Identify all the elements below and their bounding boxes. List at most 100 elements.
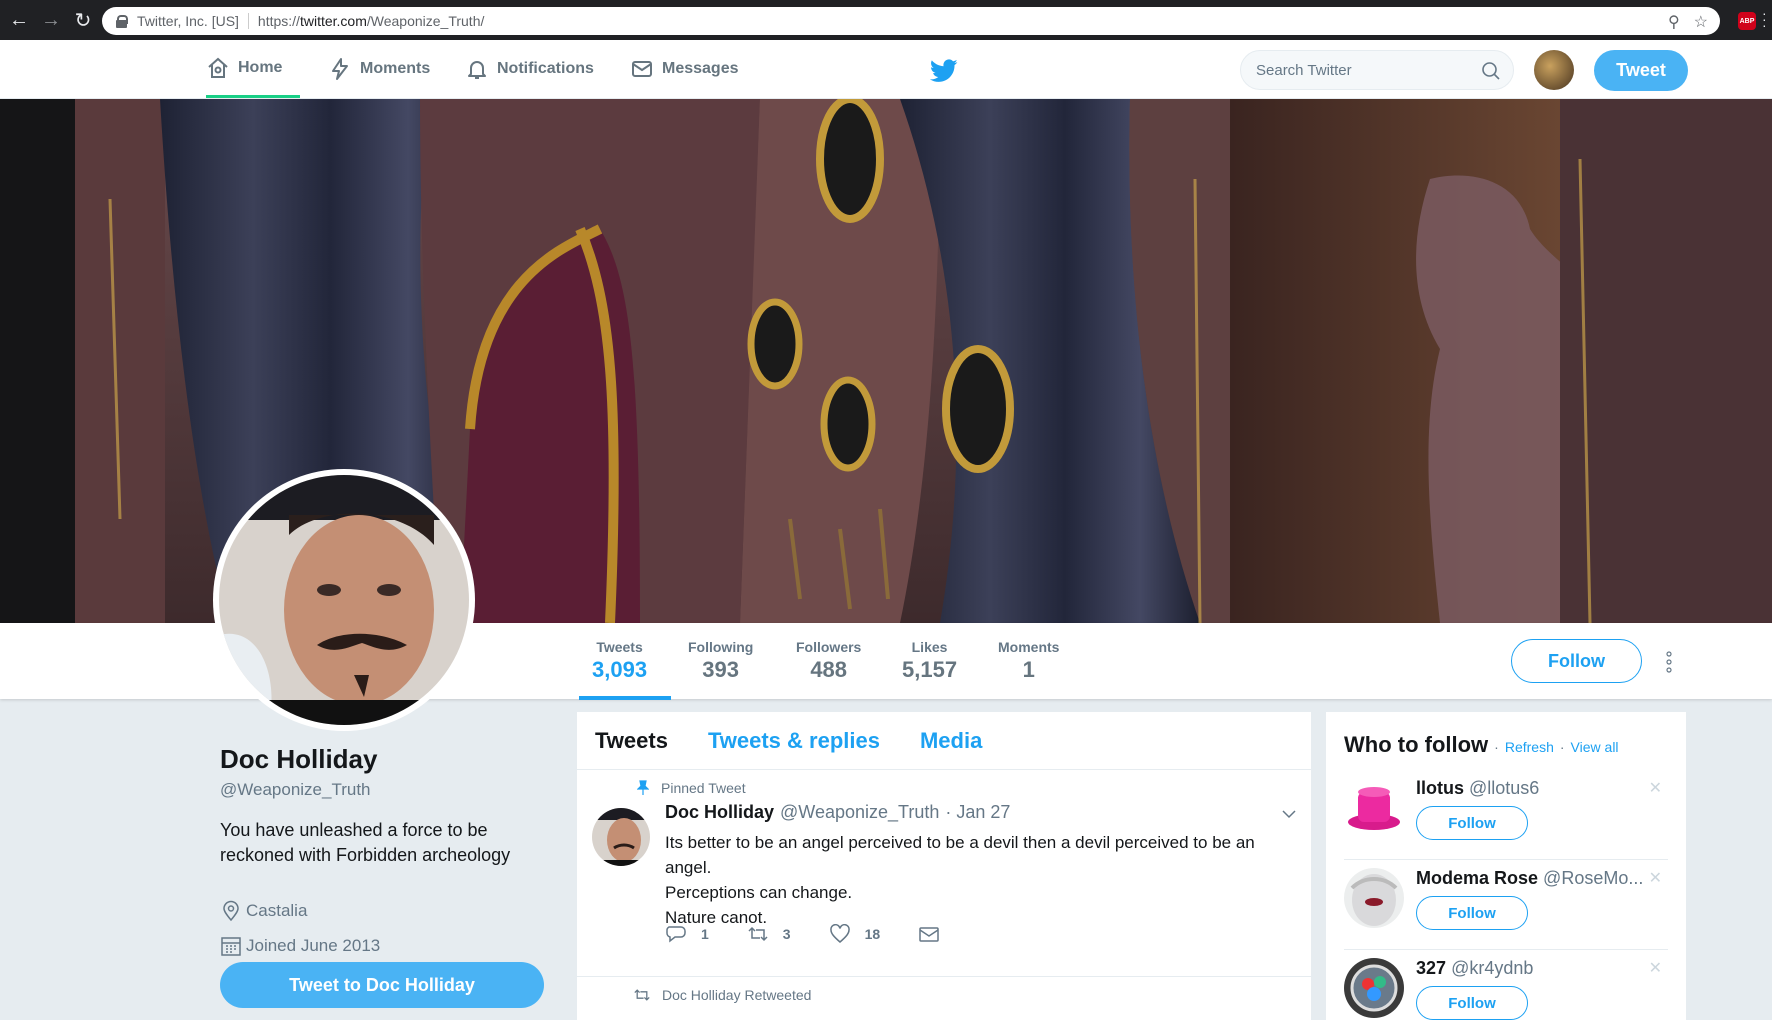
lock-icon — [116, 15, 128, 28]
reload-icon[interactable]: ↻ — [70, 7, 96, 33]
pinned-label: Pinned Tweet — [661, 780, 746, 796]
location-pin-icon — [223, 900, 239, 922]
pinned-tweet-context: Pinned Tweet — [637, 780, 746, 796]
home-icon — [208, 57, 228, 78]
address-bar[interactable]: Twitter, Inc. [US] https://twitter.com/W… — [102, 7, 1720, 35]
refresh-link[interactable]: Refresh — [1505, 739, 1554, 755]
suggestion-item: 327 @kr4ydnb Follow ✕ — [1344, 950, 1668, 1020]
suggestion-name[interactable]: llotus @llotus6 — [1416, 778, 1656, 799]
suggestion-follow-button[interactable]: Follow — [1416, 986, 1528, 1020]
suggestion-avatar[interactable] — [1344, 868, 1404, 928]
stat-value: 488 — [810, 657, 848, 682]
rose-portrait-image — [1344, 868, 1404, 928]
tweet-header: Doc Holliday @Weaponize_Truth · Jan 27 — [665, 802, 1010, 823]
stat-likes[interactable]: Likes 5,157 — [902, 639, 957, 683]
nav-notifications[interactable]: Notifications — [465, 40, 594, 98]
retweeted-context: Doc Holliday Retweeted — [632, 987, 811, 1003]
pin-icon — [637, 780, 649, 795]
nav-home[interactable]: Home — [206, 40, 301, 98]
stat-following[interactable]: Following 393 — [688, 639, 753, 683]
dismiss-icon[interactable]: ✕ — [1649, 958, 1662, 978]
retweet-icon — [748, 926, 768, 942]
bell-icon — [468, 61, 486, 79]
dismiss-icon[interactable]: ✕ — [1649, 778, 1662, 798]
site-identity[interactable]: Twitter, Inc. [US] — [137, 13, 239, 29]
avatar-photo — [219, 475, 469, 725]
nav-notifications-label: Notifications — [497, 60, 594, 77]
more-options-icon[interactable] — [1666, 651, 1672, 673]
suggestion-display-name: Modema Rose — [1416, 868, 1539, 888]
retweet-action[interactable]: 3 — [747, 924, 791, 944]
suggestion-follow-button[interactable]: Follow — [1416, 806, 1528, 840]
account-avatar[interactable] — [1534, 50, 1574, 90]
tab-tweets-replies[interactable]: Tweets & replies — [708, 728, 880, 754]
bookmark-star-icon[interactable]: ☆ — [1694, 12, 1708, 32]
search-input[interactable] — [1241, 51, 1461, 89]
envelope-icon — [919, 927, 939, 942]
url-host: twitter.com — [299, 13, 367, 29]
back-arrow-icon[interactable]: ← — [6, 7, 32, 33]
retweeted-tweet[interactable]: Doc Holliday Retweeted — [577, 977, 1311, 1020]
suggestion-name[interactable]: 327 @kr4ydnb — [1416, 958, 1656, 979]
twitter-bird-icon[interactable] — [930, 59, 958, 83]
calendar-icon — [221, 937, 241, 956]
stat-label: Moments — [998, 639, 1060, 655]
tweet-author-name[interactable]: Doc Holliday — [665, 802, 774, 823]
browser-menu-icon[interactable]: · · · — [1762, 6, 1770, 32]
compose-tweet-button[interactable]: Tweet — [1594, 50, 1688, 91]
zoom-icon[interactable]: ⚲ — [1668, 12, 1680, 32]
suggestion-avatar[interactable] — [1344, 778, 1404, 838]
url-prefix: https:// — [257, 13, 300, 29]
browser-toolbar: ← → ↻ Twitter, Inc. [US] https://twitter… — [0, 0, 1772, 40]
nav-moments-label: Moments — [360, 60, 431, 77]
lightning-icon — [332, 58, 348, 80]
dismiss-icon[interactable]: ✕ — [1649, 868, 1662, 888]
like-action[interactable]: 18 — [829, 924, 881, 944]
like-count: 18 — [864, 926, 881, 942]
suggestion-display-name: llotus — [1416, 778, 1464, 798]
reply-icon — [666, 926, 686, 943]
stat-followers[interactable]: Followers 488 — [796, 639, 861, 683]
timeline: Tweets Tweets & replies Media Pinned Twe… — [577, 712, 1311, 1020]
profile-avatar[interactable] — [213, 469, 475, 731]
view-all-link[interactable]: View all — [1571, 739, 1619, 755]
retweeted-label: Doc Holliday Retweeted — [662, 987, 812, 1003]
pinned-tweet[interactable]: Pinned Tweet Doc Holliday @Weaponize_Tru… — [577, 770, 1311, 977]
follow-button[interactable]: Follow — [1511, 639, 1642, 683]
stat-value: 393 — [702, 657, 740, 682]
suggestion-name[interactable]: Modema Rose @RoseMo... — [1416, 868, 1656, 889]
tweet-to-user-button[interactable]: Tweet to Doc Holliday — [220, 962, 544, 1008]
header-separator: · — [1494, 739, 1499, 755]
suggestion-item: Modema Rose @RoseMo... Follow ✕ — [1344, 860, 1668, 950]
suggestion-follow-button[interactable]: Follow — [1416, 896, 1528, 930]
stat-value: 3,093 — [592, 657, 648, 682]
forward-arrow-icon[interactable]: → — [38, 7, 64, 33]
stat-tweets[interactable]: Tweets 3,093 — [592, 639, 647, 683]
retweet-icon — [634, 989, 650, 1001]
tweet-author-avatar[interactable] — [592, 808, 650, 866]
reply-count: 1 — [701, 926, 709, 942]
profile-handle[interactable]: @Weaponize_Truth — [220, 780, 371, 800]
nav-messages[interactable]: Messages — [630, 40, 739, 98]
url-path: /Weaponize_Truth/ — [366, 13, 485, 29]
tab-tweets[interactable]: Tweets — [595, 728, 668, 754]
search-icon[interactable] — [1481, 61, 1501, 81]
tab-media[interactable]: Media — [920, 728, 982, 754]
who-to-follow-title: Who to follow — [1344, 732, 1489, 757]
stat-value: 5,157 — [902, 657, 958, 682]
reply-action[interactable]: 1 — [665, 924, 709, 944]
chevron-down-icon[interactable] — [1281, 808, 1297, 820]
dm-action[interactable] — [918, 924, 940, 944]
retweet-count: 3 — [782, 926, 791, 942]
nav-moments[interactable]: Moments — [328, 40, 430, 98]
adblock-extension-icon[interactable]: ABP — [1738, 12, 1756, 30]
profile-joined-text: Joined June 2013 — [246, 936, 381, 955]
suggestion-avatar[interactable] — [1344, 958, 1404, 1018]
stat-label: Followers — [796, 639, 862, 655]
tweet-date[interactable]: · Jan 27 — [945, 802, 1010, 823]
tweet-author-handle[interactable]: @Weaponize_Truth — [780, 802, 939, 823]
profile-location-text: Castalia — [246, 901, 308, 920]
stat-moments[interactable]: Moments 1 — [998, 639, 1059, 683]
stat-label: Following — [688, 639, 754, 655]
active-stat-indicator — [579, 696, 671, 700]
